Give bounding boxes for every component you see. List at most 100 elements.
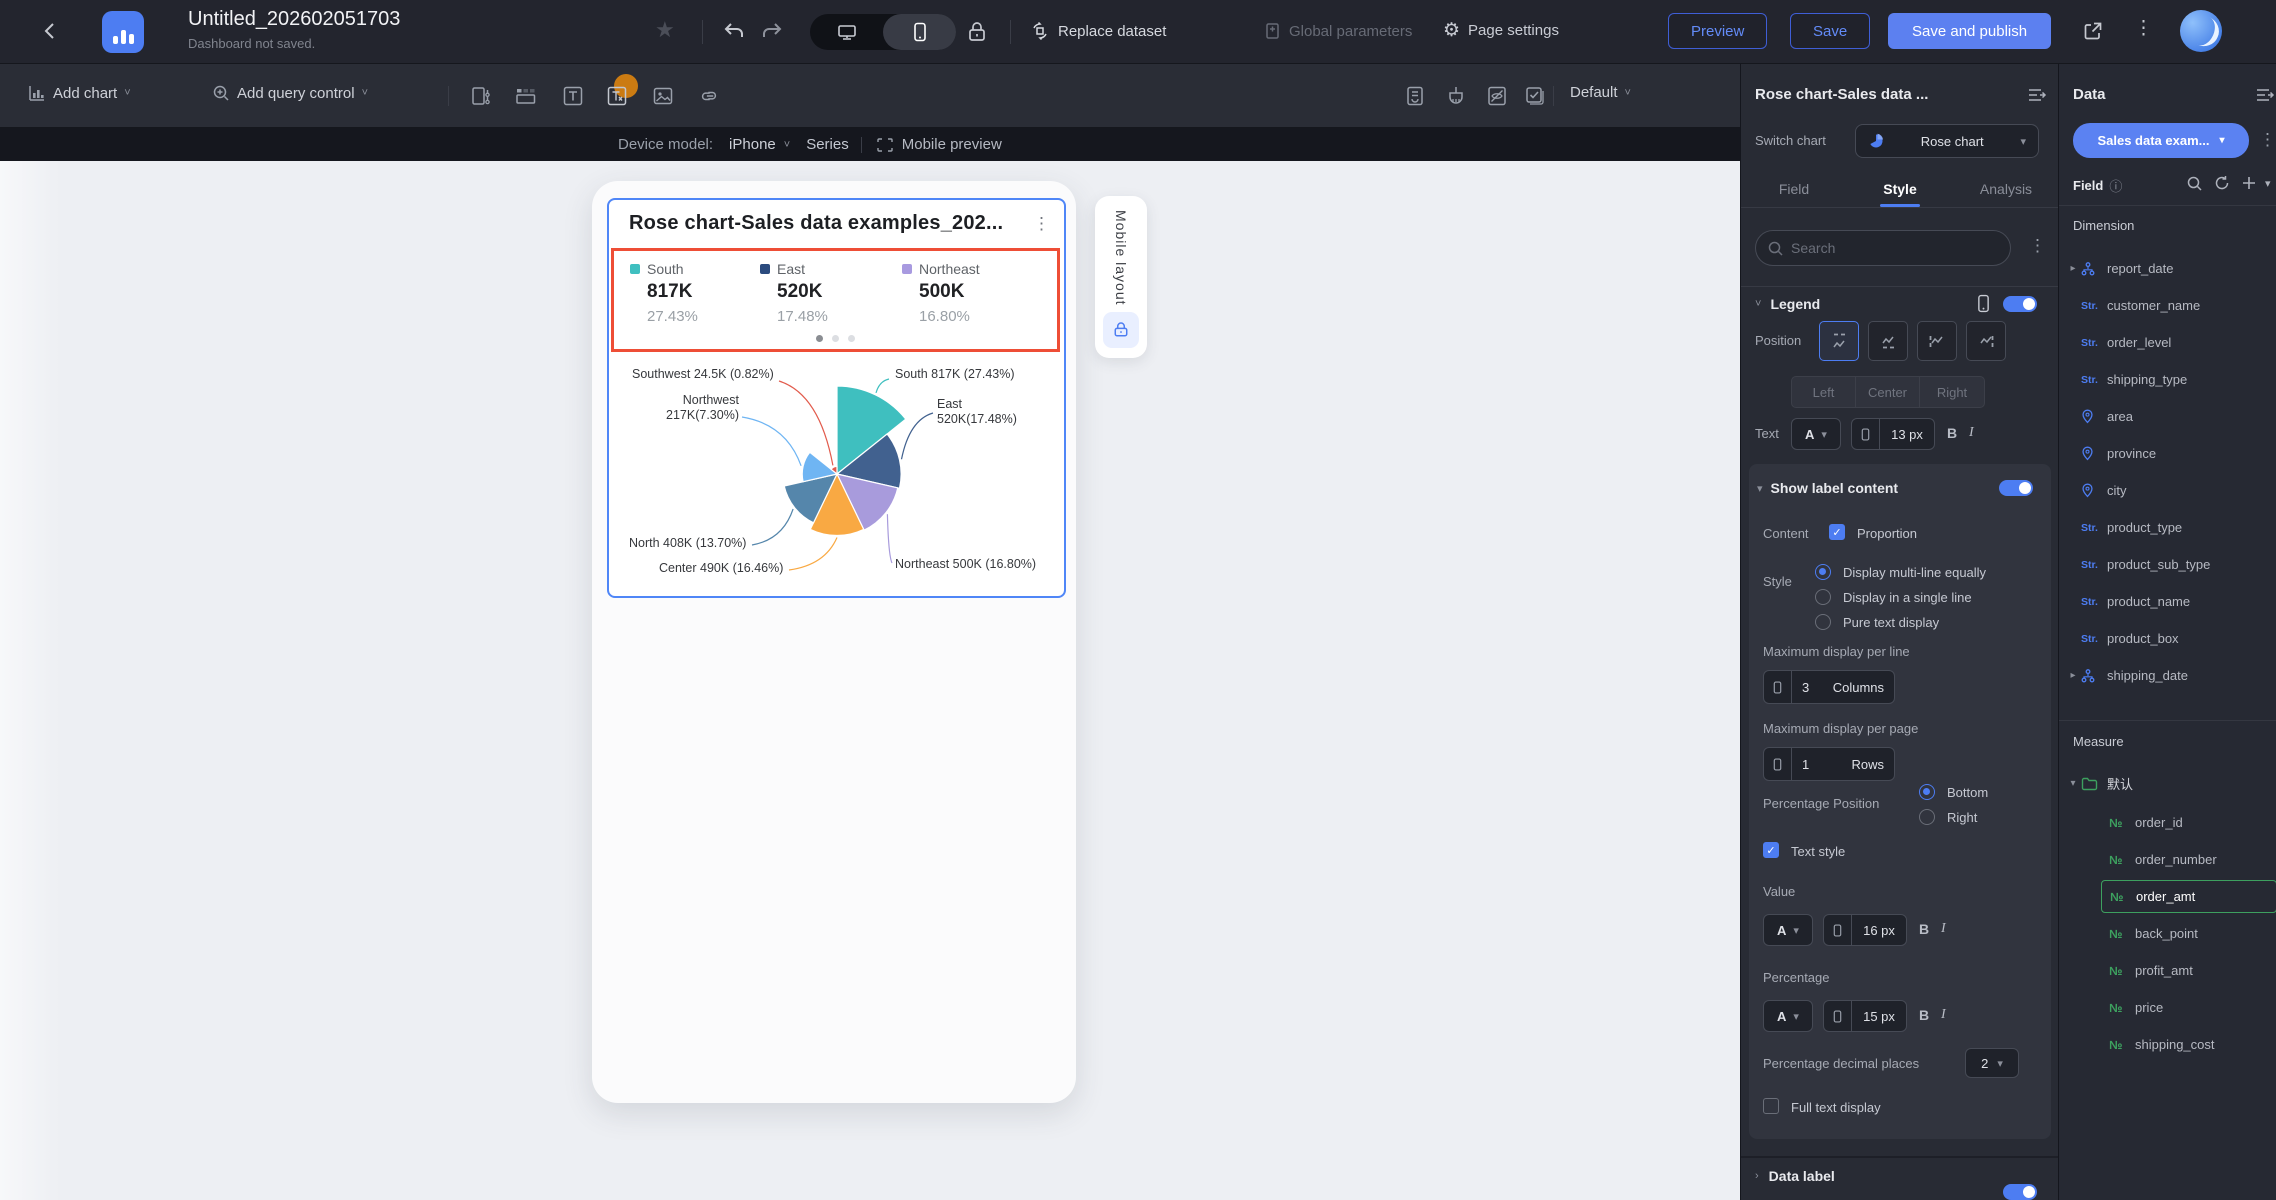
- max-per-line-input[interactable]: 3 Columns: [1763, 670, 1895, 704]
- insert-link-icon[interactable]: [698, 85, 720, 107]
- device-model-select[interactable]: iPhone: [729, 136, 776, 153]
- add-chart-button[interactable]: Add chart ˅: [28, 84, 131, 102]
- hide-element-icon[interactable]: [1486, 85, 1508, 107]
- dimension-field-customer_name[interactable]: Str. customer_name: [2065, 287, 2276, 324]
- page-dot[interactable]: [816, 335, 823, 342]
- field-filter-caret-icon[interactable]: ▾: [2265, 177, 2271, 190]
- percentage-bold-button[interactable]: B: [1919, 1007, 1929, 1023]
- measure-field-back_point[interactable]: № back_point: [2101, 915, 2276, 952]
- clear-canvas-icon[interactable]: [1444, 85, 1468, 107]
- field-refresh-icon[interactable]: [2214, 175, 2230, 191]
- user-avatar[interactable]: [2180, 10, 2222, 52]
- insert-rich-text-icon[interactable]: [604, 74, 640, 114]
- measure-field-order_number[interactable]: № order_number: [2101, 841, 2276, 878]
- proportion-checkbox[interactable]: ✓: [1829, 524, 1845, 540]
- legend-item[interactable]: Northeast 500K 16.80%: [902, 261, 980, 325]
- copy-style-icon[interactable]: [1404, 85, 1426, 107]
- search-more-icon[interactable]: ⋮: [2029, 236, 2046, 256]
- device-mode-toggle[interactable]: [810, 14, 956, 50]
- full-text-display-checkbox[interactable]: [1763, 1098, 1779, 1114]
- layout-lock-icon[interactable]: [1103, 312, 1139, 348]
- tab-style[interactable]: Style: [1847, 170, 1953, 207]
- dimension-field-product_box[interactable]: Str. product_box: [2065, 620, 2276, 657]
- dimension-field-product_sub_type[interactable]: Str. product_sub_type: [2065, 546, 2276, 583]
- collapse-panel-icon[interactable]: [2027, 86, 2047, 104]
- measure-field-price[interactable]: № price: [2101, 989, 2276, 1026]
- legend-position-bottom[interactable]: [1868, 321, 1908, 361]
- lock-icon[interactable]: [966, 20, 988, 44]
- percentage-position-option[interactable]: Right: [1919, 809, 1977, 825]
- collapse-data-panel-icon[interactable]: [2255, 86, 2275, 104]
- legend-item[interactable]: South 817K 27.43%: [630, 261, 698, 325]
- measure-field-order_id[interactable]: № order_id: [2101, 804, 2276, 841]
- legend-font-size-input[interactable]: 13 px: [1851, 418, 1935, 450]
- value-bold-button[interactable]: B: [1919, 921, 1929, 937]
- dimension-field-order_level[interactable]: Str. order_level: [2065, 324, 2276, 361]
- tab-analysis[interactable]: Analysis: [1953, 170, 2059, 207]
- measure-field-shipping_cost[interactable]: № shipping_cost: [2101, 1026, 2276, 1063]
- text-style-checkbox[interactable]: ✓: [1763, 842, 1779, 858]
- dimension-field-report_date[interactable]: ▸ report_date: [2065, 250, 2276, 287]
- dimension-field-product_type[interactable]: Str. product_type: [2065, 509, 2276, 546]
- radio-icon[interactable]: [1815, 564, 1831, 580]
- value-font-color-dropdown[interactable]: A ▾: [1763, 914, 1813, 946]
- mobile-layout-tab[interactable]: Mobile layout: [1095, 196, 1147, 358]
- desktop-mode-icon[interactable]: [810, 14, 883, 50]
- percentage-font-size-input[interactable]: 15 px: [1823, 1000, 1907, 1032]
- add-query-control-button[interactable]: Add query control ˅: [212, 84, 368, 102]
- page-dot[interactable]: [832, 335, 839, 342]
- rose-chart-widget[interactable]: Rose chart-Sales data examples_202... ⋮ …: [607, 198, 1066, 598]
- redo-icon[interactable]: [760, 19, 784, 43]
- undo-icon[interactable]: [722, 19, 746, 43]
- dimension-field-product_name[interactable]: Str. product_name: [2065, 583, 2276, 620]
- max-per-page-input[interactable]: 1 Rows: [1763, 747, 1895, 781]
- mobile-preview-button[interactable]: Mobile preview: [902, 136, 1002, 153]
- percentage-font-color-dropdown[interactable]: A ▾: [1763, 1000, 1813, 1032]
- legend-pagination-dots[interactable]: [614, 335, 1057, 342]
- dimension-field-shipping_date[interactable]: ▸ shipping_date: [2065, 657, 2276, 694]
- page-settings-button[interactable]: ⚙ Page settings: [1443, 19, 1559, 42]
- preview-button[interactable]: Preview: [1668, 13, 1768, 49]
- data-label-section-header[interactable]: › Data label: [1755, 1168, 1835, 1184]
- legend-item[interactable]: East 520K 17.48%: [760, 261, 828, 325]
- device-series[interactable]: Series: [806, 136, 849, 153]
- page-dot[interactable]: [848, 335, 855, 342]
- legend-section-header[interactable]: ˅ Legend: [1755, 296, 1820, 312]
- tab-field[interactable]: Field: [1741, 170, 1847, 207]
- theme-default-dropdown[interactable]: Default ˅: [1570, 84, 1631, 101]
- field-search-icon[interactable]: [2187, 176, 2202, 191]
- legend-position-left[interactable]: [1917, 321, 1957, 361]
- radio-icon[interactable]: [1815, 614, 1831, 630]
- percentage-italic-button[interactable]: I: [1941, 1007, 1946, 1023]
- measure-folder-row[interactable]: ▾ 默认: [2065, 765, 2276, 802]
- legend-toggle[interactable]: [2003, 296, 2037, 312]
- dimension-field-province[interactable]: province: [2065, 435, 2276, 472]
- legend-position-right[interactable]: [1966, 321, 2006, 361]
- chart-type-dropdown[interactable]: Rose chart ▾: [1855, 124, 2039, 158]
- insert-tab-container-icon[interactable]: [515, 85, 539, 107]
- rose-chart-plot[interactable]: South 817K (27.43%) East 520K(17.48%) Nort…: [609, 355, 1068, 598]
- label-style-option[interactable]: Display in a single line: [1815, 589, 1972, 605]
- save-and-publish-button[interactable]: Save and publish: [1888, 13, 2052, 49]
- dimension-field-shipping_type[interactable]: Str. shipping_type: [2065, 361, 2276, 398]
- save-button[interactable]: Save: [1790, 13, 1871, 49]
- batch-select-icon[interactable]: [1524, 85, 1546, 107]
- share-external-icon[interactable]: [2082, 20, 2104, 42]
- insert-image-icon[interactable]: [652, 85, 674, 107]
- measure-field-order_amt[interactable]: № order_amt: [2101, 880, 2276, 913]
- replace-dataset-button[interactable]: Replace dataset: [1030, 21, 1166, 41]
- data-label-toggle[interactable]: [2003, 1184, 2037, 1200]
- legend-highlight-box[interactable]: South 817K 27.43% East 520K 17.48% Northea…: [611, 248, 1060, 352]
- favorite-star-icon[interactable]: ★: [655, 17, 675, 43]
- back-icon[interactable]: [40, 20, 62, 42]
- field-add-icon[interactable]: [2241, 175, 2257, 191]
- value-font-size-input[interactable]: 16 px: [1823, 914, 1907, 946]
- measure-field-profit_amt[interactable]: № profit_amt: [2101, 952, 2276, 989]
- more-menu-icon[interactable]: ⋮: [2134, 17, 2153, 40]
- widget-kebab-icon[interactable]: ⋮: [1033, 214, 1050, 234]
- value-italic-button[interactable]: I: [1941, 921, 1946, 937]
- show-label-content-toggle[interactable]: [1999, 480, 2033, 496]
- search-input[interactable]: Search: [1755, 230, 2011, 266]
- dimension-field-city[interactable]: city: [2065, 472, 2276, 509]
- percentage-position-option[interactable]: Bottom: [1919, 784, 1988, 800]
